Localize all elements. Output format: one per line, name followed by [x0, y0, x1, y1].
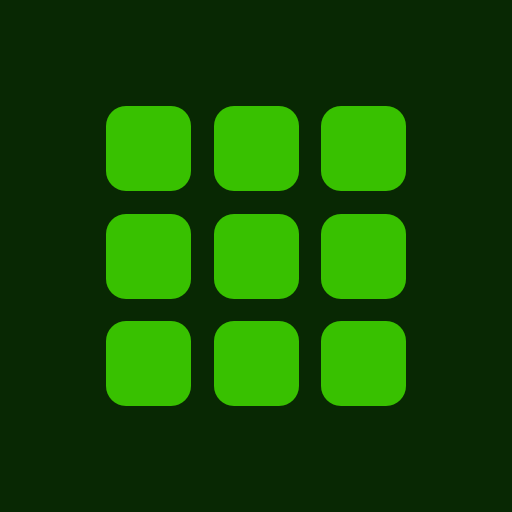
grid-tile-3: [321, 106, 406, 191]
grid-tile-9: [321, 321, 406, 406]
grid-tile-2: [213, 106, 299, 191]
grid-tile-6: [321, 213, 406, 299]
app-grid-icon-canvas: [0, 0, 512, 512]
grid-icon: [106, 106, 406, 406]
grid-tile-4: [106, 213, 191, 299]
grid-tile-7: [106, 321, 191, 406]
grid-tile-8: [213, 321, 299, 406]
grid-tile-5: [213, 213, 299, 299]
grid-tile-1: [106, 106, 191, 191]
